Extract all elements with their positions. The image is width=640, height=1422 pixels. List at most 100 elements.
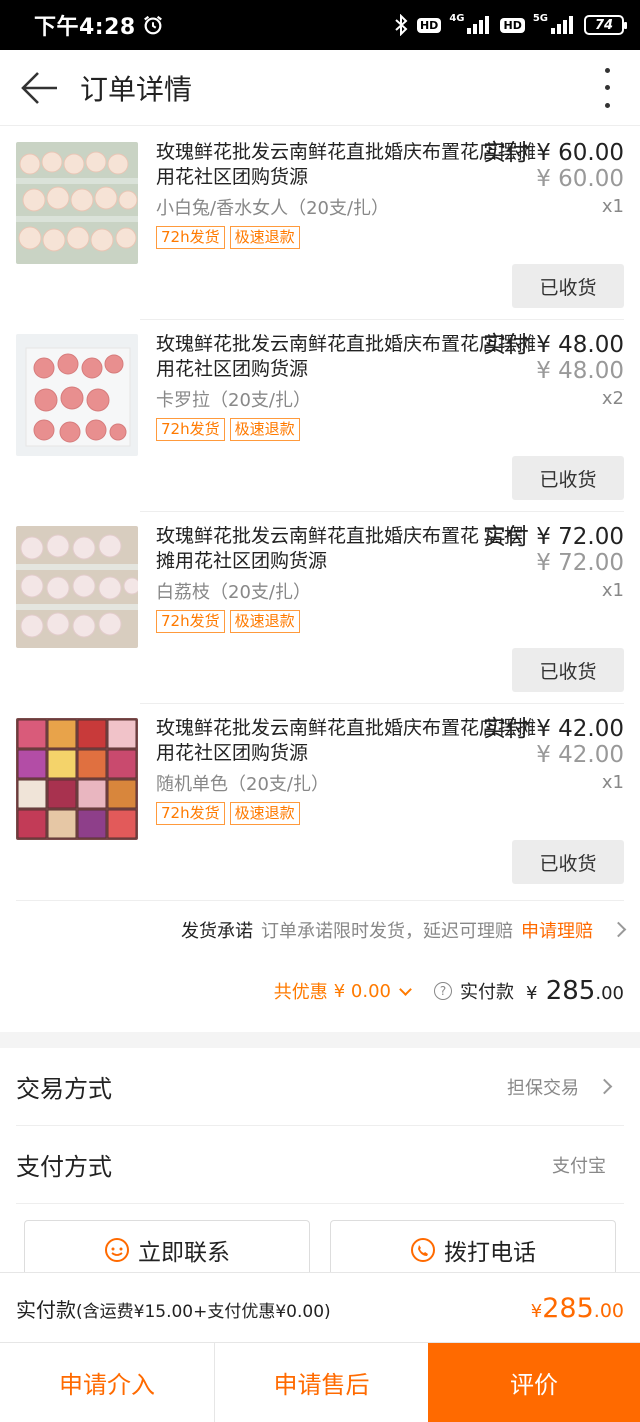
currency-symbol: ¥	[530, 1301, 543, 1322]
network-label: 4G	[449, 12, 465, 24]
tag-fast-refund: 极速退款	[229, 226, 300, 249]
received-button[interactable]: 已收货	[512, 264, 624, 308]
tag-fast-refund: 极速退款	[229, 610, 300, 633]
product-price: 实付 ¥ 60.00	[483, 140, 624, 166]
product-name: 玫瑰鲜花批发云南鲜花直批婚庆布置花店摆摊用花社区团购货源	[156, 141, 537, 188]
tag-72h-shipping: 72h发货	[156, 226, 225, 249]
tag-72h-shipping: 72h发货	[156, 802, 225, 825]
product-qty: x1	[601, 196, 624, 217]
row-label: 交易方式	[16, 1075, 112, 1103]
row-value: 担保交易	[507, 1077, 579, 1099]
original-price: ¥ 60.00	[536, 166, 624, 192]
price-label: 实付	[482, 332, 529, 358]
review-button[interactable]: 评价	[428, 1343, 640, 1422]
product-image[interactable]	[16, 334, 138, 456]
product-image[interactable]	[16, 718, 138, 840]
price-value: ¥ 60.00	[536, 140, 624, 166]
status-time: 下午4:28	[34, 15, 136, 40]
original-price: ¥ 72.00	[536, 550, 624, 576]
price-summary: 共优惠 ¥ 0.00 ? 实付款 ¥ 285.00	[274, 966, 624, 1016]
apply-after-sale-button[interactable]: 申请售后	[214, 1343, 428, 1422]
arrow-left-icon	[21, 71, 57, 104]
original-price: ¥ 48.00	[536, 358, 624, 384]
hd-badge: HD	[500, 17, 525, 33]
product-spec: 白荔枝（20支/扎）	[156, 582, 311, 603]
price-value: ¥ 42.00	[536, 716, 624, 742]
product-price: 实付 ¥ 42.00	[483, 716, 624, 742]
paid-amount: ¥ 285.00	[526, 976, 624, 1006]
price-value: ¥ 72.00	[536, 524, 624, 550]
promise-label: 发货承诺	[181, 920, 253, 942]
chevron-down-icon[interactable]	[399, 982, 412, 996]
product-name: 玫瑰鲜花批发云南鲜花直批婚庆布置花店摆摊用花社区团购货源	[156, 333, 537, 380]
product-price: 实付 ¥ 72.00	[483, 524, 624, 550]
discount-value[interactable]: ¥ 0.00	[334, 981, 391, 1002]
signal-icon	[551, 16, 573, 34]
chat-icon	[105, 1237, 129, 1262]
total-amount: ¥285.00	[531, 1293, 624, 1324]
call-button[interactable]: 拨打电话	[330, 1220, 616, 1278]
total-label-text: 实付款	[16, 1298, 76, 1322]
alarm-icon	[143, 15, 162, 35]
total-bar: 实付款(含运费¥15.00+支付优惠¥0.00) ¥285.00	[0, 1272, 640, 1344]
original-price: ¥ 42.00	[536, 742, 624, 768]
section-gap	[0, 1032, 640, 1048]
paid-integer: 285	[545, 976, 596, 1006]
transaction-method-row[interactable]: 交易方式 担保交易	[16, 1048, 624, 1126]
contact-actions: 立即联系 拨打电话	[24, 1220, 616, 1278]
apply-intervention-button[interactable]: 申请介入	[0, 1343, 214, 1422]
product-name: 玫瑰鲜花批发云南鲜花直批婚庆布置花店摆摊用花社区团购货源	[156, 717, 537, 764]
promise-text: 订单承诺限时发货，延迟可理赔	[261, 920, 513, 942]
product-image[interactable]	[16, 142, 138, 264]
price-value: ¥ 48.00	[536, 332, 624, 358]
tag-fast-refund: 极速退款	[229, 802, 300, 825]
bluetooth-icon	[395, 14, 408, 36]
app-header: 订单详情	[0, 50, 640, 126]
discount-label[interactable]: 共优惠	[274, 978, 328, 1004]
call-label: 拨打电话	[444, 1239, 536, 1266]
price-label: 实付	[482, 716, 529, 742]
product-qty: x1	[601, 580, 624, 601]
claim-link[interactable]: 申请理赔	[521, 917, 593, 943]
row-value: 支付宝	[552, 1155, 606, 1177]
order-item[interactable]: 玫瑰鲜花批发云南鲜花直批婚庆布置花 店摆摊用花社区团购货源 实付 ¥ 72.00…	[0, 512, 640, 704]
received-button[interactable]: 已收货	[512, 648, 624, 692]
currency-symbol: ¥	[526, 983, 538, 1004]
total-label: 实付款(含运费¥15.00+支付优惠¥0.00)	[16, 1294, 331, 1323]
more-menu-button[interactable]	[602, 67, 612, 108]
tag-72h-shipping: 72h发货	[156, 610, 225, 633]
shipping-promise-row[interactable]: 发货承诺 订单承诺限时发货，延迟可理赔 申请理赔	[16, 900, 627, 958]
product-spec: 随机单色（20支/扎）	[156, 774, 329, 795]
bottom-action-bar: 申请介入 申请售后 评价	[0, 1342, 640, 1422]
product-qty: x2	[601, 388, 624, 409]
received-button[interactable]: 已收货	[512, 456, 624, 500]
network-label: 5G	[532, 12, 548, 24]
paid-label: 实付款	[460, 982, 514, 1003]
product-price: 实付 ¥ 48.00	[483, 332, 624, 358]
total-integer: 285	[542, 1293, 594, 1324]
product-name: 玫瑰鲜花批发云南鲜花直批婚庆布置花 店摆摊用花社区团购货源	[156, 525, 524, 572]
phone-icon	[411, 1237, 435, 1262]
product-spec: 小白兔/香水女人（20支/扎）	[156, 198, 390, 219]
chevron-right-icon	[610, 921, 627, 938]
payment-method-row: 支付方式 支付宝	[16, 1126, 624, 1204]
order-item[interactable]: 玫瑰鲜花批发云南鲜花直批婚庆布置花店摆摊用花社区团购货源 实付 ¥ 60.00 …	[0, 128, 640, 320]
help-icon[interactable]: ?	[434, 982, 452, 1000]
page-title: 订单详情	[80, 72, 193, 106]
contact-label: 立即联系	[138, 1239, 230, 1266]
tag-72h-shipping: 72h发货	[156, 418, 225, 441]
product-qty: x1	[601, 772, 624, 793]
status-bar: 下午4:28 HD 4G HD 5G 74	[0, 0, 640, 50]
row-label: 支付方式	[16, 1153, 112, 1181]
signal-icon	[467, 16, 490, 34]
product-image[interactable]	[16, 526, 138, 648]
order-item[interactable]: 玫瑰鲜花批发云南鲜花直批婚庆布置花店摆摊用花社区团购货源 实付 ¥ 48.00 …	[0, 320, 640, 512]
product-spec: 卡罗拉（20支/扎）	[156, 390, 311, 411]
total-decimal: .00	[593, 1300, 624, 1322]
hd-badge: HD	[416, 17, 442, 33]
received-button[interactable]: 已收货	[512, 840, 624, 884]
back-button[interactable]	[20, 68, 60, 108]
contact-seller-button[interactable]: 立即联系	[24, 1220, 310, 1278]
order-item[interactable]: 玫瑰鲜花批发云南鲜花直批婚庆布置花店摆摊用花社区团购货源 实付 ¥ 42.00 …	[0, 704, 640, 896]
total-detail: (含运费¥15.00+支付优惠¥0.00)	[76, 1302, 331, 1322]
